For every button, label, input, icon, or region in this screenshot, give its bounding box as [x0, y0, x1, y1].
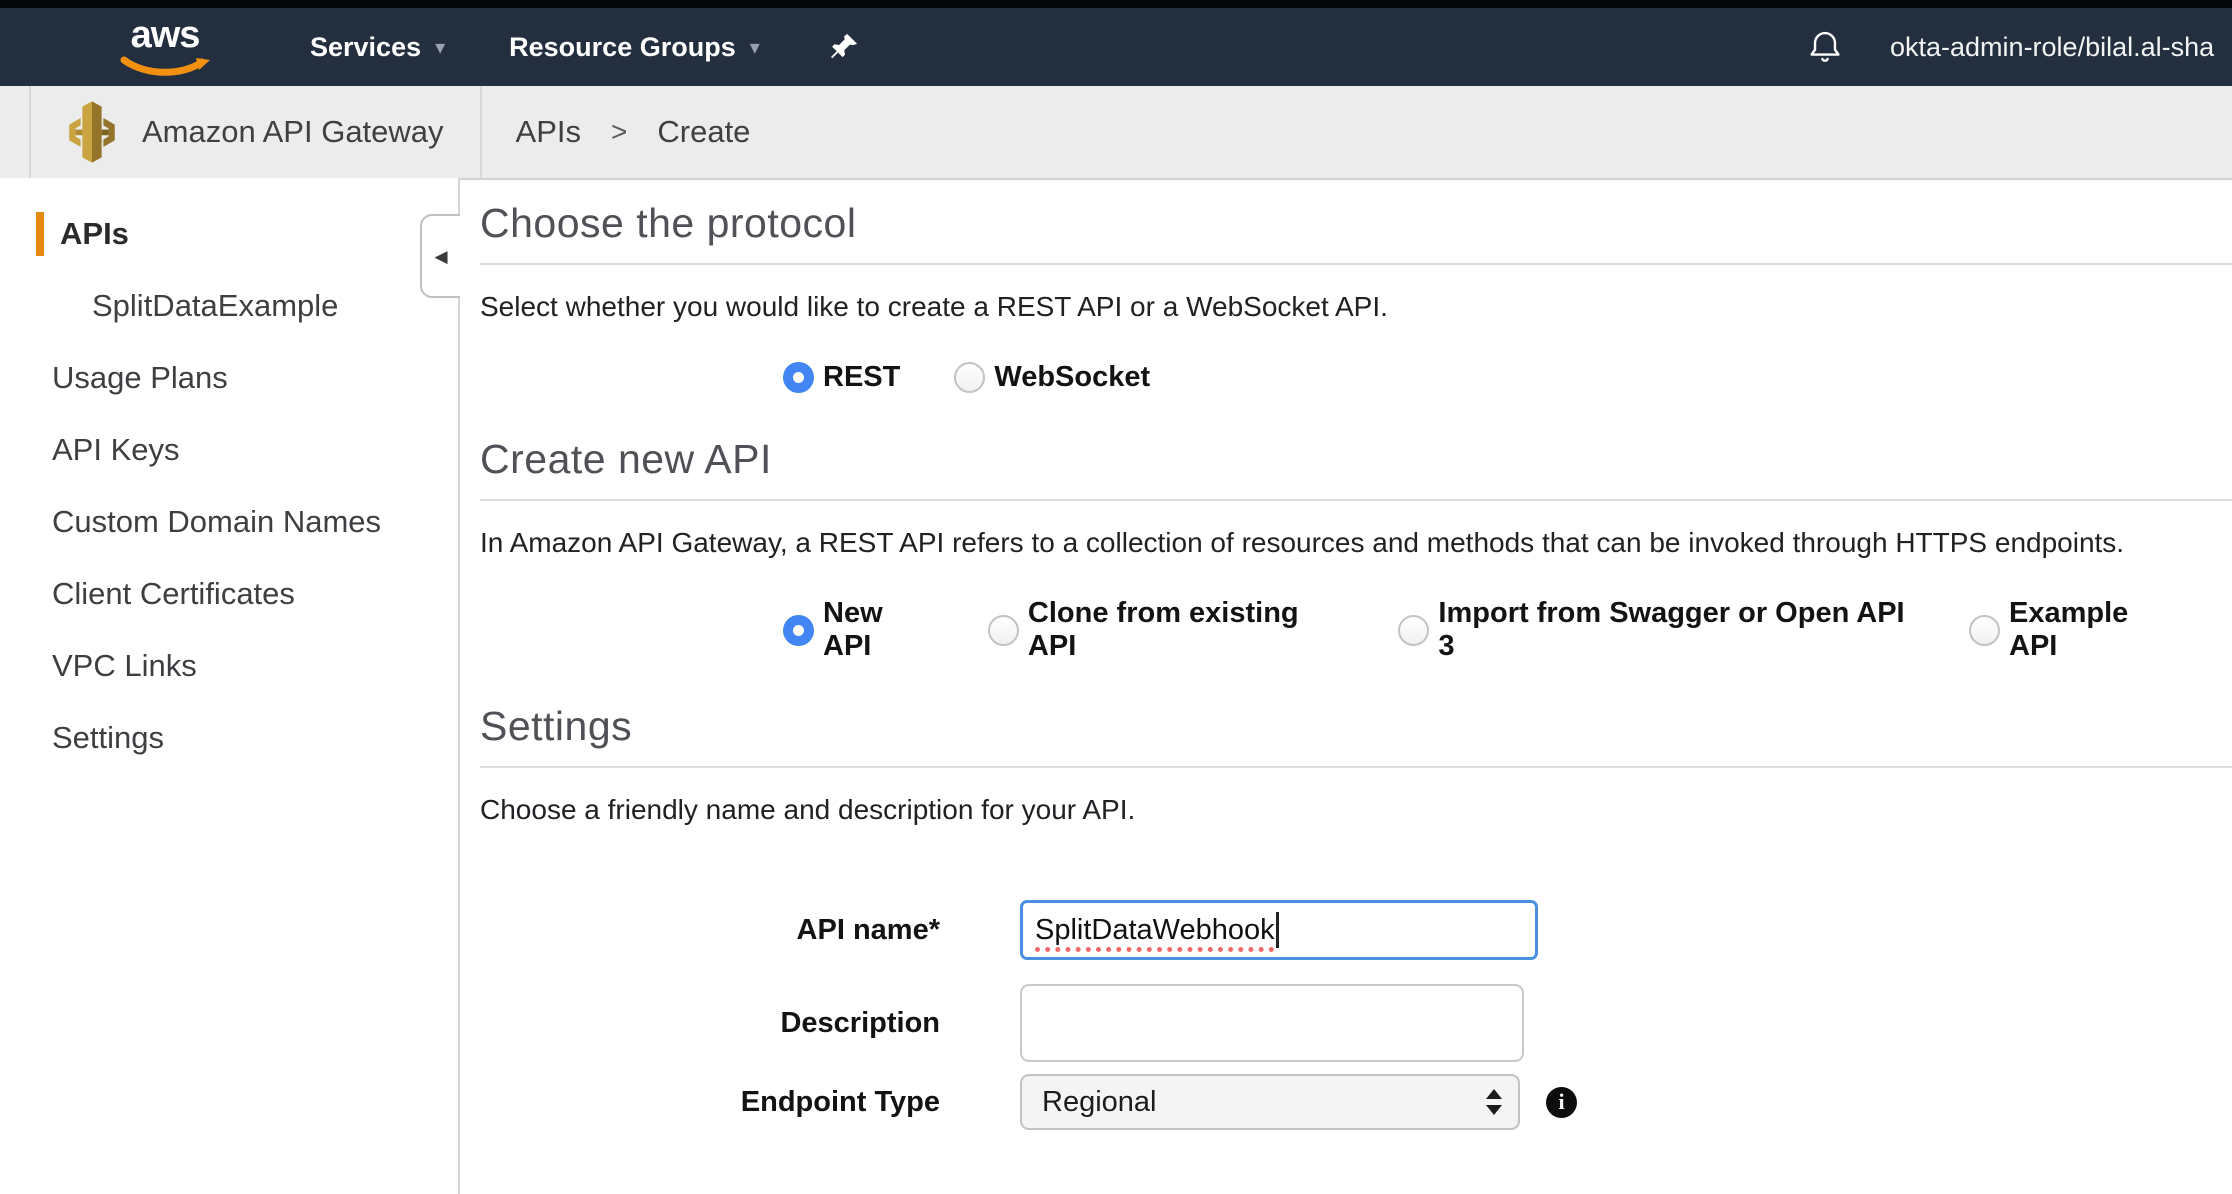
api-name-label: API name* [480, 914, 1020, 947]
radio-label: Clone from existing API [1028, 597, 1345, 663]
endpoint-type-value: Regional [1042, 1086, 1156, 1119]
sidebar-item-label: Custom Domain Names [52, 504, 381, 540]
nav-menu-resource-groups-label: Resource Groups [509, 32, 736, 63]
sidebar-item-label: Settings [52, 720, 164, 756]
sidebar-item-label: VPC Links [52, 648, 197, 684]
info-icon[interactable]: i [1546, 1087, 1577, 1118]
chevron-down-icon: ▾ [750, 35, 760, 60]
sidebar-item-label: API Keys [52, 432, 180, 468]
page-body: APIs SplitDataExample Usage Plans API Ke… [0, 178, 2232, 1194]
sidebar-collapse-button[interactable]: ◀ [420, 214, 460, 298]
api-name-input[interactable]: SplitDataWebhook [1020, 900, 1538, 960]
description-input[interactable] [1020, 984, 1524, 1062]
radio-unselected-icon [1398, 615, 1429, 646]
protocol-radio-group: REST WebSocket [783, 361, 2232, 394]
radio-import-from-swagger[interactable]: Import from Swagger or Open API 3 [1398, 597, 1915, 663]
sidebar-item-client-certificates[interactable]: Client Certificates [0, 558, 458, 630]
text-cursor [1276, 912, 1279, 948]
nav-menu-resource-groups[interactable]: Resource Groups ▾ [509, 32, 760, 63]
service-home[interactable]: Amazon API Gateway [29, 86, 482, 178]
top-navbar: aws Services ▾ Resource Groups ▾ okta-ad… [0, 8, 2232, 86]
nav-right-group: okta-admin-role/bilal.al-sha [1806, 8, 2214, 86]
radio-websocket[interactable]: WebSocket [954, 361, 1150, 394]
breadcrumb-link-apis[interactable]: APIs [516, 114, 581, 150]
radio-new-api[interactable]: New API [783, 597, 934, 663]
endpoint-type-row: Endpoint Type Regional i [480, 1074, 2232, 1130]
breadcrumb-current-create: Create [657, 114, 750, 150]
radio-unselected-icon [1969, 615, 2000, 646]
aws-smile-swoosh-icon [120, 56, 212, 78]
section-title-settings: Settings [480, 703, 2232, 750]
sidebar-list: APIs SplitDataExample Usage Plans API Ke… [0, 178, 458, 774]
sidebar-item-vpc-links[interactable]: VPC Links [0, 630, 458, 702]
radio-unselected-icon [988, 615, 1019, 646]
aws-logo[interactable]: aws [122, 16, 208, 78]
sidebar-item-label: Usage Plans [52, 360, 228, 396]
breadcrumb-separator: > [611, 116, 627, 148]
section-divider [480, 499, 2232, 501]
api-source-radio-group: New API Clone from existing API Import f… [783, 597, 2232, 663]
notifications-bell-icon[interactable] [1806, 27, 1844, 67]
sidebar-item-label: APIs [60, 216, 129, 252]
select-stepper-icon [1486, 1089, 1502, 1115]
aws-logo-text: aws [122, 16, 208, 54]
radio-label: Example API [2009, 597, 2178, 663]
section-title-create-new-api: Create new API [480, 436, 2232, 483]
api-gateway-icon [64, 100, 120, 164]
sidebar-item-label: SplitDataExample [92, 288, 338, 324]
main-content: Choose the protocol Select whether you w… [460, 178, 2232, 1194]
radio-clone-from-existing-api[interactable]: Clone from existing API [988, 597, 1345, 663]
settings-form: API name* SplitDataWebhook Description E… [480, 900, 2232, 1130]
radio-example-api[interactable]: Example API [1969, 597, 2178, 663]
pushpin-icon[interactable] [826, 29, 862, 65]
aws-console-screen: aws Services ▾ Resource Groups ▾ okta-ad… [0, 0, 2232, 1194]
radio-label: WebSocket [994, 361, 1150, 394]
section-divider [480, 263, 2232, 265]
nav-menu-services[interactable]: Services ▾ [310, 32, 445, 63]
sidebar-item-splitdataexample[interactable]: SplitDataExample [0, 270, 458, 342]
sidebar: APIs SplitDataExample Usage Plans API Ke… [0, 178, 460, 1194]
radio-label: Import from Swagger or Open API 3 [1438, 597, 1915, 663]
account-menu[interactable]: okta-admin-role/bilal.al-sha [1890, 32, 2214, 63]
endpoint-type-label: Endpoint Type [480, 1086, 1020, 1119]
radio-selected-icon [783, 362, 814, 393]
chevron-left-icon: ◀ [434, 248, 447, 265]
section-title-choose-protocol: Choose the protocol [480, 200, 2232, 247]
nav-menu-services-label: Services [310, 32, 421, 63]
radio-unselected-icon [954, 362, 985, 393]
section-description: Choose a friendly name and description f… [480, 794, 2232, 826]
endpoint-type-select[interactable]: Regional [1020, 1074, 1520, 1130]
service-title: Amazon API Gateway [142, 114, 444, 150]
sidebar-item-label: Client Certificates [52, 576, 295, 612]
sidebar-item-custom-domain-names[interactable]: Custom Domain Names [0, 486, 458, 558]
api-name-row: API name* SplitDataWebhook [480, 900, 2232, 960]
section-description: Select whether you would like to create … [480, 291, 2232, 323]
chevron-down-icon: ▾ [435, 35, 445, 60]
active-indicator-bar [36, 212, 44, 256]
description-row: Description [480, 984, 2232, 1062]
description-label: Description [480, 1007, 1020, 1040]
sidebar-item-apis[interactable]: APIs [0, 198, 458, 270]
sidebar-item-usage-plans[interactable]: Usage Plans [0, 342, 458, 414]
radio-label: REST [823, 361, 900, 394]
section-divider [480, 766, 2232, 768]
radio-selected-icon [783, 615, 814, 646]
breadcrumb-bar: Amazon API Gateway APIs > Create [0, 86, 2232, 180]
radio-label: New API [823, 597, 934, 663]
api-name-value: SplitDataWebhook [1035, 914, 1275, 947]
section-description: In Amazon API Gateway, a REST API refers… [480, 527, 2232, 559]
top-black-strip [0, 0, 2232, 8]
radio-rest[interactable]: REST [783, 361, 900, 394]
sidebar-item-settings[interactable]: Settings [0, 702, 458, 774]
sidebar-item-api-keys[interactable]: API Keys [0, 414, 458, 486]
breadcrumb: APIs > Create [516, 114, 751, 150]
